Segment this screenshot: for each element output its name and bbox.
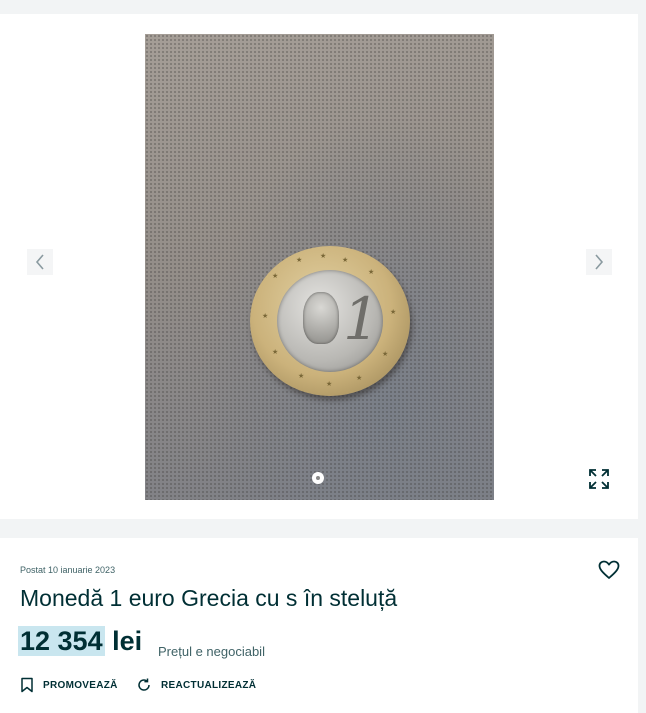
coin-star: ★ xyxy=(296,257,303,264)
coin-star: ★ xyxy=(272,349,279,356)
gallery-next-button[interactable] xyxy=(586,249,612,275)
fullscreen-button[interactable] xyxy=(584,464,614,494)
refresh-button[interactable]: REACTUALIZEAZĂ xyxy=(136,676,256,694)
coin-star: ★ xyxy=(326,381,333,388)
coin-center: 1 xyxy=(277,270,383,372)
favorite-button[interactable] xyxy=(598,560,622,582)
coin-star: ★ xyxy=(298,373,305,380)
expand-icon xyxy=(589,469,609,489)
coin-star: ★ xyxy=(272,273,279,280)
coin-star: ★ xyxy=(356,375,363,382)
coin-denomination-engraving: 1 xyxy=(343,285,380,353)
listing-info-card: Postat 10 ianuarie 2023 Monedă 1 euro Gr… xyxy=(0,538,638,713)
posted-date: Postat 10 ianuarie 2023 xyxy=(20,565,116,575)
listing-photo[interactable]: ★ ★ ★ ★ ★ ★ ★ ★ ★ ★ ★ ★ 1 xyxy=(145,34,494,500)
heart-icon xyxy=(598,560,620,579)
coin-star: ★ xyxy=(342,257,349,264)
coin-image: ★ ★ ★ ★ ★ ★ ★ ★ ★ ★ ★ ★ 1 xyxy=(250,246,410,396)
gallery-prev-button[interactable] xyxy=(27,249,53,275)
chevron-left-icon xyxy=(35,254,44,270)
coin-star: ★ xyxy=(320,253,327,260)
promote-label: PROMOVEAZĂ xyxy=(43,679,118,691)
coin-star: ★ xyxy=(262,313,269,320)
price-amount: 12 354 xyxy=(18,626,105,656)
coin-star: ★ xyxy=(390,309,397,316)
listing-title: Monedă 1 euro Grecia cu s în steluță xyxy=(20,585,398,611)
price-currency: lei xyxy=(112,626,143,656)
image-gallery: ★ ★ ★ ★ ★ ★ ★ ★ ★ ★ ★ ★ 1 xyxy=(0,14,638,519)
owl-engraving xyxy=(303,292,339,344)
coin-star: ★ xyxy=(368,269,375,276)
promote-button[interactable]: PROMOVEAZĂ xyxy=(20,676,118,694)
chevron-right-icon xyxy=(595,254,604,270)
negotiable-label: Prețul e negociabil xyxy=(158,644,265,659)
refresh-label: REACTUALIZEAZĂ xyxy=(161,679,257,691)
listing-price: 12 354 lei xyxy=(18,626,142,657)
coin-star: ★ xyxy=(382,351,389,358)
gallery-dot-indicator[interactable] xyxy=(312,472,324,484)
bookmark-icon xyxy=(21,677,33,693)
refresh-icon xyxy=(138,678,150,691)
